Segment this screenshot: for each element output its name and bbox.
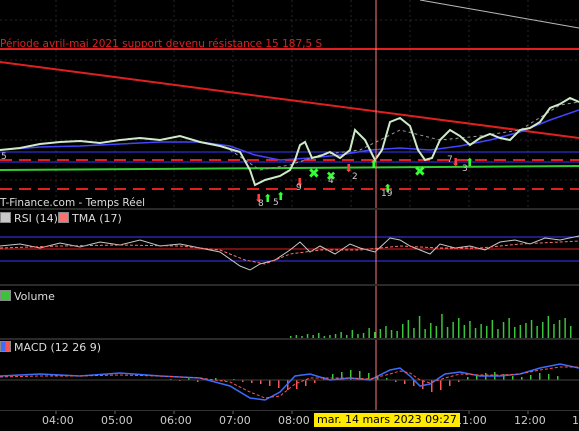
macd-histogram-bar xyxy=(404,380,406,384)
volume-bar xyxy=(558,320,561,338)
macd-line xyxy=(0,363,579,401)
data-source-label: T-Finance.com - Temps Réel xyxy=(0,197,146,208)
macd-legend-label: MACD (12 26 9) xyxy=(14,341,102,354)
volume-bar xyxy=(368,328,370,338)
volume-bar xyxy=(491,320,494,338)
signal-count-label: 19 xyxy=(381,189,393,199)
tma-legend[interactable]: TMA (17) xyxy=(58,212,122,225)
rsi-legend-label: RSI (14) xyxy=(14,212,58,225)
price-panel[interactable]: ⬇ ⬆ ⬆ ⬇ ✖ ✖ ⬇ ⬆ ⬆ ✖ ⬇ ⬆ Période avril-ma… xyxy=(0,0,579,208)
volume-swatch xyxy=(0,290,11,301)
signal-count-label: 4 xyxy=(328,176,334,186)
volume-bar xyxy=(413,328,415,338)
time-label: 1 xyxy=(572,414,579,427)
volume-bar xyxy=(530,320,533,338)
cross-icon: ✖ xyxy=(308,166,320,182)
volume-bar xyxy=(536,326,538,338)
crosshair-time-label: mar. 14 mars 2023 09:27 xyxy=(314,413,460,427)
cross-icon: ✖ xyxy=(414,164,426,180)
tma-legend-label: TMA (17) xyxy=(72,212,122,225)
volume-chart-svg xyxy=(290,286,572,338)
rsi-legend[interactable]: RSI (14) xyxy=(0,212,58,225)
price-line xyxy=(0,96,579,187)
time-label: 12:00 xyxy=(514,414,546,427)
macd-panel[interactable]: MACD (12 26 9) xyxy=(0,340,579,410)
volume-bar xyxy=(351,330,354,338)
buy-arrow-icon: ⬆ xyxy=(369,158,378,171)
signal-count-label: 2 xyxy=(352,172,358,182)
volume-bar xyxy=(525,323,527,338)
volume-bar xyxy=(553,324,555,338)
volume-bar xyxy=(502,322,505,338)
macd-swatch xyxy=(0,341,11,352)
volume-bar xyxy=(547,316,550,338)
tma-swatch xyxy=(58,212,69,223)
volume-bars xyxy=(290,314,572,338)
macd-histogram-bar xyxy=(305,380,307,386)
volume-bar xyxy=(402,324,404,338)
signal-count-label: 8 xyxy=(258,199,264,208)
volume-bar xyxy=(570,326,572,338)
rsi-swatch xyxy=(0,212,11,223)
left-edge-label: 5 xyxy=(1,152,7,162)
volume-bar xyxy=(514,327,516,338)
diagonal-trendline xyxy=(419,0,579,29)
macd-histogram-bar xyxy=(548,374,550,380)
macd-histogram-bar xyxy=(440,380,442,390)
time-label: 08:00 xyxy=(278,414,310,427)
volume-bar xyxy=(497,329,499,338)
macd-legend[interactable]: MACD (12 26 9) xyxy=(0,341,101,354)
volume-bar xyxy=(441,314,443,338)
rsi-line xyxy=(0,235,579,271)
time-label: 06:00 xyxy=(160,414,192,427)
volume-bar xyxy=(480,324,482,338)
volume-bar xyxy=(390,330,393,338)
macd-histogram xyxy=(170,370,559,392)
volume-legend[interactable]: Volume xyxy=(0,290,55,303)
volume-bar xyxy=(542,322,544,338)
volume-bar xyxy=(424,329,426,338)
signal-count-label: 3 xyxy=(462,164,468,174)
volume-bar xyxy=(474,328,477,338)
volume-bar xyxy=(379,329,382,338)
volume-bar xyxy=(519,325,522,338)
rsi-panel[interactable]: RSI (14) TMA (17) xyxy=(0,210,579,284)
volume-bar xyxy=(430,323,432,338)
signal-count-label: 7 xyxy=(447,155,453,165)
macd-histogram-bar xyxy=(539,373,541,380)
volume-bar xyxy=(458,318,460,338)
volume-bar xyxy=(486,326,488,338)
price-chart-svg: ⬇ ⬆ ⬆ ⬇ ✖ ✖ ⬇ ⬆ ⬆ ✖ ⬇ ⬆ xyxy=(0,0,579,208)
signal-count-label: 9 xyxy=(296,183,302,193)
time-label: 04:00 xyxy=(42,414,74,427)
volume-bar xyxy=(435,326,438,338)
macd-histogram-bar xyxy=(449,380,451,386)
volume-bar xyxy=(385,326,387,338)
volume-bar xyxy=(469,321,471,338)
volume-legend-label: Volume xyxy=(14,290,55,303)
signal-count-label: 5 xyxy=(273,198,279,208)
volume-bar xyxy=(564,318,566,338)
time-label: 05:00 xyxy=(101,414,133,427)
macd-histogram-bar xyxy=(530,375,532,380)
annotation-text: Période avril-mai 2021 support devenu ré… xyxy=(0,38,323,50)
time-label: 07:00 xyxy=(219,414,251,427)
price-grid xyxy=(0,0,579,208)
macd-histogram-bar xyxy=(260,380,262,384)
volume-bar xyxy=(508,318,510,338)
macd-histogram-bar xyxy=(269,380,271,386)
volume-bar xyxy=(407,320,410,338)
macd-histogram-bar xyxy=(512,376,514,380)
volume-panel[interactable]: Volume xyxy=(0,286,579,338)
volume-bar xyxy=(396,331,398,338)
macd-histogram-bar xyxy=(278,380,280,388)
macd-histogram-bar xyxy=(557,376,559,380)
macd-histogram-bar xyxy=(296,380,298,389)
volume-bar xyxy=(463,325,466,338)
volume-bar xyxy=(446,327,449,338)
buy-arrow-icon: ⬆ xyxy=(263,192,272,205)
volume-bar xyxy=(452,322,454,338)
volume-bar xyxy=(418,316,421,338)
